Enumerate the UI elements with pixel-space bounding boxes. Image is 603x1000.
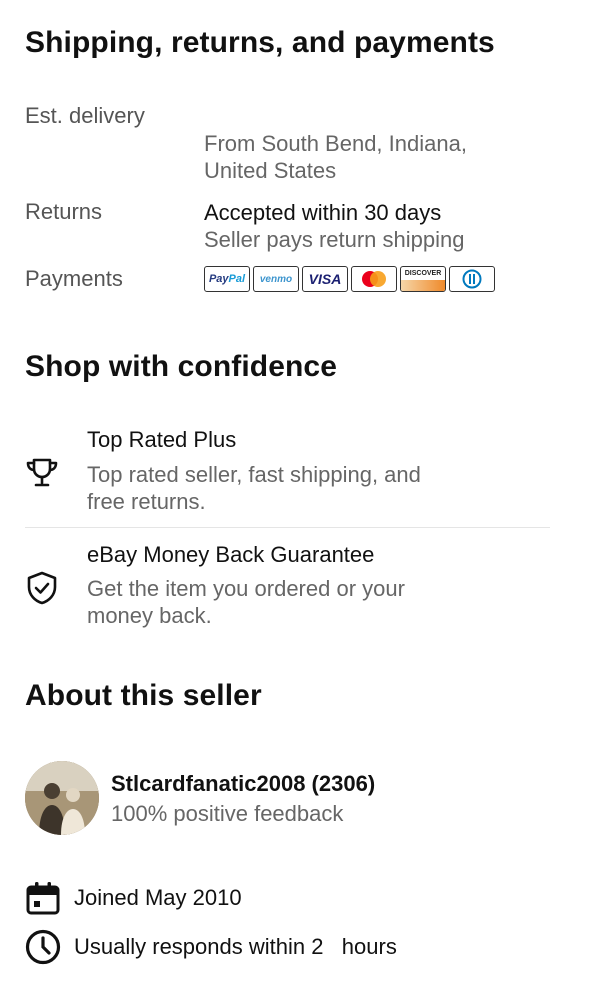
returns-value: Accepted within 30 days <box>204 200 442 225</box>
mastercard-logo-icon <box>351 266 397 292</box>
clock-icon <box>25 929 61 965</box>
diners-club-logo-icon <box>449 266 495 292</box>
top-rated-plus-desc-line1: Top rated seller, fast shipping, and <box>87 462 421 487</box>
trophy-icon <box>25 457 59 489</box>
payments-label: Payments <box>25 266 123 291</box>
est-delivery-label: Est. delivery <box>25 103 145 128</box>
top-rated-plus-title: Top Rated Plus <box>87 427 237 452</box>
money-back-desc-line2: money back. <box>87 603 212 628</box>
payment-methods: Pay Pal venmo VISA DISCOVER <box>204 266 495 292</box>
discover-logo-icon: DISCOVER <box>400 266 446 292</box>
seller-feedback: 100% positive feedback <box>111 801 344 826</box>
seller-section-title: About this seller <box>25 679 262 712</box>
calendar-icon <box>25 880 61 916</box>
visa-logo-icon: VISA <box>302 266 348 292</box>
returns-label: Returns <box>25 199 103 224</box>
seller-name[interactable]: Stlcardfanatic2008 (2306) <box>111 771 375 797</box>
shipping-section-title: Shipping, returns, and payments <box>25 26 495 59</box>
seller-response-time: Usually responds within 2 hours <box>74 934 397 959</box>
shield-check-icon <box>25 570 59 606</box>
confidence-divider <box>25 527 550 528</box>
est-delivery-origin-line1: From South Bend, Indiana, <box>204 131 467 156</box>
paypal-logo-icon: Pay Pal <box>204 266 250 292</box>
venmo-logo-icon: venmo <box>253 266 299 292</box>
confidence-section-title: Shop with confidence <box>25 350 338 383</box>
money-back-title: eBay Money Back Guarantee <box>87 542 375 567</box>
returns-sub: Seller pays return shipping <box>204 227 465 252</box>
seller-joined: Joined May 2010 <box>74 885 242 910</box>
top-rated-plus-desc-line2: free returns. <box>87 489 206 514</box>
est-delivery-origin-line2: United States <box>204 158 337 183</box>
seller-avatar[interactable] <box>25 761 99 835</box>
money-back-desc-line1: Get the item you ordered or your <box>87 576 405 601</box>
